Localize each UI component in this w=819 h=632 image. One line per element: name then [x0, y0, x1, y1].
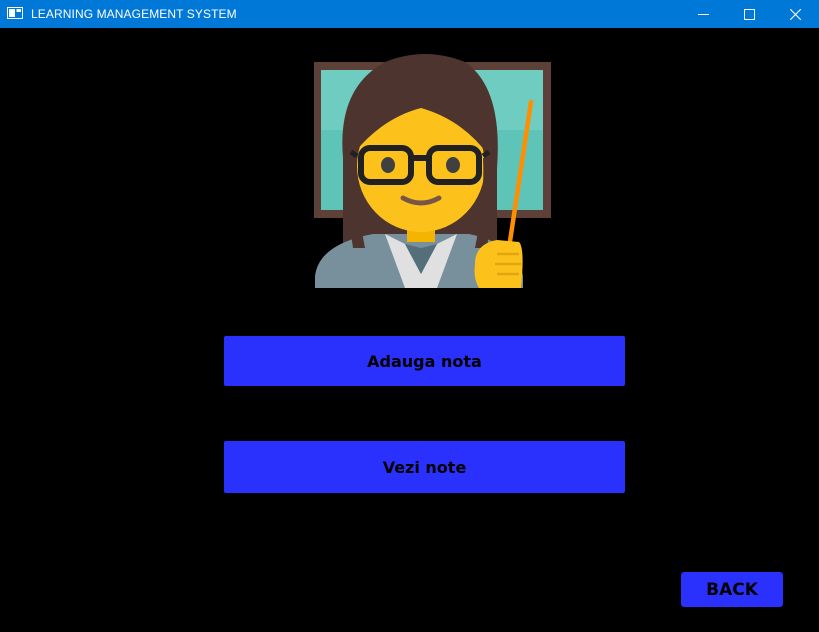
app-window: LEARNING MANAGEMENT SYSTEM Adauga nota V…	[0, 0, 819, 632]
title-bar[interactable]: LEARNING MANAGEMENT SYSTEM	[0, 0, 819, 28]
add-grade-button[interactable]: Adauga nota	[224, 336, 625, 386]
close-icon	[789, 8, 801, 20]
back-button[interactable]: BACK	[681, 572, 783, 607]
view-grades-button[interactable]: Vezi note	[224, 441, 625, 493]
window-title: LEARNING MANAGEMENT SYSTEM	[31, 7, 237, 21]
minimize-button[interactable]	[680, 0, 726, 28]
app-window-icon	[7, 7, 23, 19]
maximize-button[interactable]	[726, 0, 772, 28]
close-button[interactable]	[772, 0, 818, 28]
minimize-icon	[697, 13, 709, 15]
maximize-icon	[743, 8, 755, 20]
teacher-icon	[314, 54, 551, 288]
